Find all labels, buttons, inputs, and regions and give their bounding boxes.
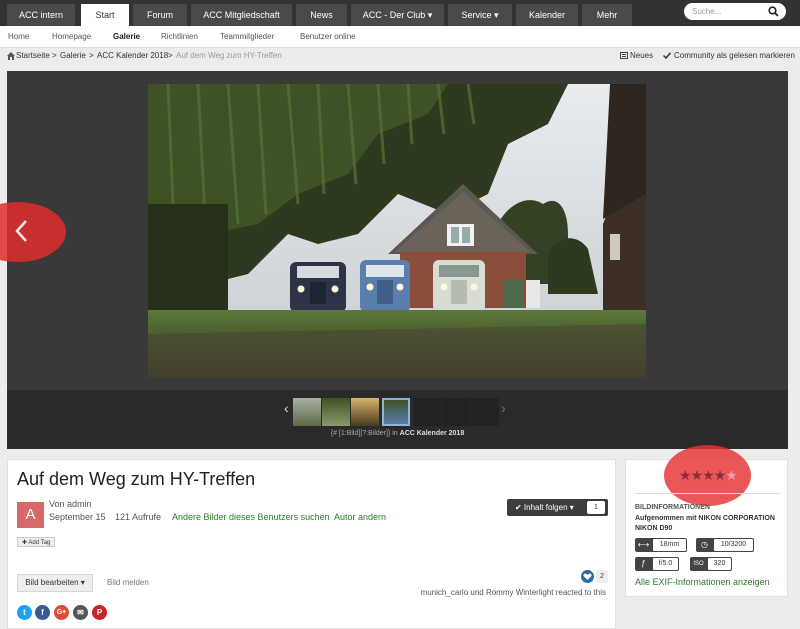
thumbnail-6[interactable] bbox=[442, 398, 470, 426]
view-count: 121 Aufrufe bbox=[115, 512, 162, 522]
nav-news[interactable]: News bbox=[296, 4, 347, 26]
nav-acc-der-club[interactable]: ACC - Der Club ▾ bbox=[351, 4, 444, 26]
nav-service[interactable]: Service ▾ bbox=[448, 4, 512, 26]
subnav-benutzer-online[interactable]: Benutzer online bbox=[300, 26, 356, 48]
search-placeholder: Suche... bbox=[692, 7, 722, 16]
divider bbox=[635, 493, 780, 494]
star-filled-icon[interactable]: ★ bbox=[714, 467, 727, 483]
change-author-link[interactable]: Autor andern bbox=[334, 512, 386, 522]
gallery-photo[interactable] bbox=[148, 84, 646, 378]
follow-button[interactable]: ✔ Inhalt folgen ▾ 1 bbox=[507, 499, 608, 516]
breadcrumb-separator: > bbox=[52, 51, 57, 60]
breadcrumb-galerie[interactable]: Galerie bbox=[60, 48, 86, 64]
nav-mehr[interactable]: Mehr bbox=[582, 4, 632, 26]
nav-forum[interactable]: Forum bbox=[133, 4, 187, 26]
subnav-home[interactable]: Home bbox=[8, 26, 29, 48]
album-caption: {# [1:Bild][?:Bilder]} in ACC Kalender 2… bbox=[7, 430, 788, 437]
home-icon bbox=[7, 52, 15, 60]
star-rating[interactable]: ★★★★★ bbox=[679, 467, 739, 484]
subnav-teammitglieder[interactable]: Teammitglieder bbox=[220, 26, 274, 48]
iso-icon: ISO bbox=[693, 561, 704, 567]
nav-kalender[interactable]: Kalender bbox=[516, 4, 578, 26]
image-details: Auf dem Weg zum HY-Treffen A Von admin S… bbox=[7, 459, 616, 629]
new-content-link[interactable]: Neues bbox=[630, 48, 653, 64]
google-plus-icon[interactable]: G+ bbox=[54, 605, 69, 620]
thumbnail-5[interactable] bbox=[413, 398, 441, 426]
follow-label: ✔ Inhalt folgen ▾ bbox=[515, 503, 574, 512]
aperture-icon: ƒ bbox=[641, 559, 646, 568]
star-filled-icon[interactable]: ★ bbox=[679, 467, 692, 483]
rating-highlight: ★★★★★ bbox=[664, 445, 751, 506]
exif-aperture: ƒ f/5.0 bbox=[635, 557, 679, 571]
breadcrumb-startseite[interactable]: Startseite bbox=[16, 48, 50, 64]
image-info-sidebar: ★★★★★ BILDINFORMATIONEN Aufgenommen mit … bbox=[625, 445, 788, 597]
reacted-by-text[interactable]: munich_carlo und Rommy Winterlight react… bbox=[421, 588, 606, 597]
report-image-link[interactable]: Bild melden bbox=[107, 574, 149, 592]
top-navigation: ACC intern Start Forum ACC Mitgliedschaf… bbox=[0, 0, 800, 26]
exif-value: 18mm bbox=[653, 539, 686, 551]
caption-album-link[interactable]: ACC Kalender 2018 bbox=[400, 430, 465, 437]
nav-start[interactable]: Start bbox=[81, 4, 129, 26]
edit-image-button[interactable]: Bild bearbeiten ▾ bbox=[17, 574, 93, 592]
other-images-link[interactable]: Andere Bilder dieses Benutzers suchen bbox=[172, 512, 330, 522]
thumbnail-current[interactable] bbox=[382, 398, 410, 426]
newspaper-icon bbox=[620, 52, 628, 59]
thumbnail-next-icon[interactable]: › bbox=[501, 400, 506, 416]
image-info-heading: BILDINFORMATIONEN bbox=[635, 504, 710, 511]
camera-info: Aufgenommen mit NIKON CORPORATION NIKON … bbox=[635, 515, 775, 532]
thumbnail-7[interactable] bbox=[471, 398, 499, 426]
exif-value: 320 bbox=[708, 558, 731, 570]
previous-image-button[interactable] bbox=[0, 202, 66, 262]
exif-value: f/5.0 bbox=[653, 558, 678, 570]
page-title: Auf dem Weg zum HY-Treffen bbox=[17, 469, 256, 489]
subnav-richtlinien[interactable]: Richtlinien bbox=[161, 26, 198, 48]
subnav-galerie[interactable]: Galerie bbox=[113, 26, 140, 48]
check-icon bbox=[663, 52, 671, 59]
exif-focal-length: ⟷ 18mm bbox=[635, 538, 687, 552]
star-filled-icon[interactable]: ★ bbox=[702, 467, 715, 483]
mark-read-link[interactable]: Community als gelesen markieren bbox=[674, 48, 795, 64]
exif-shutter: ◷ 10/3200 bbox=[696, 538, 754, 552]
subnav-homepage[interactable]: Homepage bbox=[52, 26, 91, 48]
thumbnail-strip: ‹ › {# [1:Bild][?:Bilder]} in ACC Kalend… bbox=[7, 390, 788, 449]
star-filled-icon[interactable]: ★ bbox=[691, 467, 704, 483]
star-empty-icon[interactable]: ★ bbox=[725, 467, 738, 483]
avatar[interactable]: A bbox=[17, 502, 44, 528]
add-tag-button[interactable]: ✚ Add Tag bbox=[17, 537, 56, 547]
search-input[interactable]: Suche... bbox=[684, 3, 786, 20]
thumbnail-2[interactable] bbox=[322, 398, 350, 426]
nav-acc-mitgliedschaft[interactable]: ACC Mitgliedschaft bbox=[191, 4, 292, 26]
breadcrumb-separator: > bbox=[168, 51, 173, 60]
like-icon bbox=[581, 570, 594, 583]
email-icon[interactable]: ✉ bbox=[73, 605, 88, 620]
follow-count: 1 bbox=[587, 501, 605, 514]
facebook-icon[interactable]: f bbox=[35, 605, 50, 620]
thumbnail-1[interactable] bbox=[293, 398, 321, 426]
caption-prefix: {# [1:Bild][?:Bilder]} in bbox=[330, 430, 398, 437]
secondary-navigation: Home Homepage Galerie Richtlinien Teammi… bbox=[0, 26, 800, 48]
all-exif-link[interactable]: Alle EXIF-Informationen anzeigen bbox=[635, 577, 770, 587]
image-viewer: ‹ › {# [1:Bild][?:Bilder]} in ACC Kalend… bbox=[0, 71, 788, 449]
search-icon[interactable] bbox=[768, 6, 779, 17]
thumbnail-prev-icon[interactable]: ‹ bbox=[284, 400, 289, 416]
breadcrumb-acc-kalender[interactable]: ACC Kalender 2018 bbox=[97, 48, 168, 64]
breadcrumb-current: Auf dem Weg zum HY-Treffen bbox=[176, 51, 282, 60]
breadcrumb: Startseite > Galerie > ACC Kalender 2018… bbox=[0, 48, 800, 70]
thumbnail-3[interactable] bbox=[351, 398, 379, 426]
exif-iso: ISO 320 bbox=[690, 557, 732, 571]
upload-date: September 15 bbox=[49, 512, 106, 522]
chevron-left-icon bbox=[15, 220, 27, 242]
pinterest-icon[interactable]: P bbox=[92, 605, 107, 620]
reaction-count: 2 bbox=[596, 570, 608, 583]
shutter-icon: ◷ bbox=[701, 540, 708, 549]
twitter-icon[interactable]: t bbox=[17, 605, 32, 620]
breadcrumb-separator: > bbox=[89, 51, 94, 60]
nav-acc-intern[interactable]: ACC intern bbox=[7, 4, 75, 26]
focal-length-icon: ⟷ bbox=[637, 540, 650, 549]
exif-value: 10/3200 bbox=[714, 539, 753, 551]
author-name[interactable]: Von admin bbox=[49, 499, 92, 509]
